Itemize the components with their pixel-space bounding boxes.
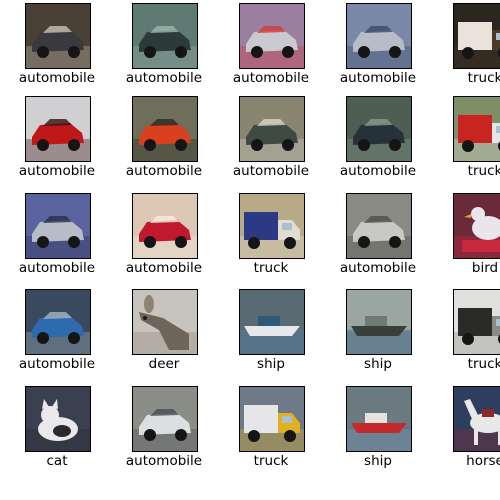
image-label: bird: [471, 260, 499, 276]
horse-image: [454, 387, 500, 451]
image-grid: automobile automobile automobile automobile…: [0, 0, 500, 500]
automobile-image: [133, 194, 197, 258]
image-cell: automobile: [110, 386, 220, 478]
bird-image: [454, 194, 500, 258]
automobile-thumbnail: [132, 96, 198, 162]
horse-thumbnail: [453, 386, 500, 452]
image-cell: ship: [324, 386, 434, 478]
ship-thumbnail: [346, 386, 412, 452]
cat-image: [26, 387, 90, 451]
deer-thumbnail: [132, 289, 198, 355]
truck-thumbnail: [453, 96, 500, 162]
truck-image: [240, 194, 304, 258]
image-label: horse: [466, 453, 500, 469]
automobile-image: [347, 97, 411, 161]
automobile-image: [26, 194, 90, 258]
deer-image: [133, 290, 197, 354]
automobile-image: [133, 4, 197, 68]
truck-thumbnail: [239, 193, 305, 259]
automobile-thumbnail: [346, 3, 412, 69]
ship-thumbnail: [239, 289, 305, 355]
automobile-image: [133, 387, 197, 451]
image-cell: automobile: [324, 3, 434, 95]
image-cell: cat: [3, 386, 113, 478]
image-label: truck: [467, 70, 500, 86]
automobile-thumbnail: [132, 3, 198, 69]
image-cell: automobile: [324, 96, 434, 188]
image-cell: automobile: [324, 193, 434, 285]
image-cell: automobile: [3, 193, 113, 285]
automobile-image: [240, 97, 304, 161]
image-cell: truck: [431, 96, 500, 188]
automobile-thumbnail: [239, 3, 305, 69]
truck-thumbnail: [453, 289, 500, 355]
automobile-thumbnail: [239, 96, 305, 162]
image-cell: automobile: [110, 3, 220, 95]
automobile-thumbnail: [346, 96, 412, 162]
image-cell: automobile: [3, 289, 113, 381]
image-cell: ship: [217, 289, 327, 381]
image-label: truck: [467, 163, 500, 179]
truck-thumbnail: [239, 386, 305, 452]
image-cell: automobile: [217, 96, 327, 188]
automobile-thumbnail: [25, 96, 91, 162]
automobile-thumbnail: [346, 193, 412, 259]
image-label: truck: [467, 356, 500, 372]
image-cell: automobile: [217, 3, 327, 95]
image-cell: ship: [324, 289, 434, 381]
image-cell: automobile: [110, 193, 220, 285]
image-cell: truck: [217, 193, 327, 285]
image-cell: truck: [431, 289, 500, 381]
automobile-thumbnail: [25, 193, 91, 259]
image-cell: truck: [217, 386, 327, 478]
automobile-thumbnail: [132, 193, 198, 259]
automobile-thumbnail: [132, 386, 198, 452]
ship-image: [347, 290, 411, 354]
cat-thumbnail: [25, 386, 91, 452]
truck-image: [240, 387, 304, 451]
truck-image: [454, 290, 500, 354]
bird-thumbnail: [453, 193, 500, 259]
automobile-image: [347, 194, 411, 258]
automobile-thumbnail: [25, 3, 91, 69]
automobile-image: [26, 97, 90, 161]
automobile-thumbnail: [25, 289, 91, 355]
truck-thumbnail: [453, 3, 500, 69]
image-cell: horse: [431, 386, 500, 478]
truck-image: [454, 4, 500, 68]
image-cell: deer: [110, 289, 220, 381]
image-cell: truck: [431, 3, 500, 95]
automobile-image: [347, 4, 411, 68]
ship-image: [240, 290, 304, 354]
ship-thumbnail: [346, 289, 412, 355]
automobile-image: [26, 290, 90, 354]
image-cell: automobile: [110, 96, 220, 188]
image-cell: bird: [431, 193, 500, 285]
truck-image: [454, 97, 500, 161]
automobile-image: [26, 4, 90, 68]
image-cell: automobile: [3, 3, 113, 95]
automobile-image: [133, 97, 197, 161]
ship-image: [347, 387, 411, 451]
image-cell: automobile: [3, 96, 113, 188]
automobile-image: [240, 4, 304, 68]
